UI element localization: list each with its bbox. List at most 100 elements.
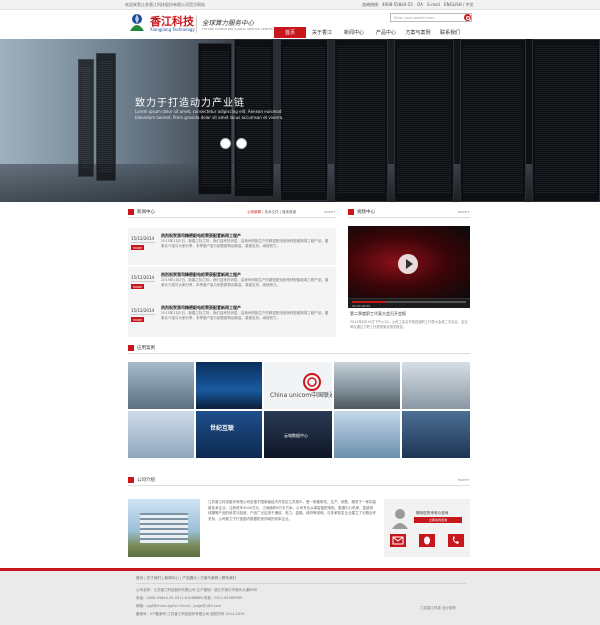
- company-building-image: [128, 499, 200, 557]
- nav-contact[interactable]: 联系我们: [434, 27, 466, 38]
- footer-divider: [136, 583, 466, 584]
- play-icon[interactable]: [398, 254, 418, 274]
- about-more-link[interactable]: more+: [458, 478, 470, 482]
- news-item[interactable]: 15/12/2014 MORE 热烈祝贺我司精密配电柜荣获配套新闻工程产 201…: [128, 228, 336, 265]
- about-title: 公司介绍: [137, 478, 155, 483]
- news-item-body: 2015年1月2日，新春之际之际，我们迎来好消息，由我司研制生产的精密配电柜荣获…: [161, 239, 329, 248]
- about-header: 公司介绍 more+: [128, 476, 470, 486]
- case-image[interactable]: [334, 362, 400, 409]
- about-icon: [128, 477, 134, 483]
- case-image[interactable]: [334, 411, 400, 458]
- about-text: 江苏香江科技股份有限公司坐落于国家级经济开发区江苏扬中，是一家集研发、生产、销售…: [208, 500, 376, 521]
- top-links: 咨询热线：4008-55844-55 OA E-mail ENGLISH / 中…: [362, 2, 477, 8]
- slider-dot[interactable]: [236, 138, 247, 149]
- video-header: 视频中心 more+: [348, 208, 470, 218]
- nav-home[interactable]: 首页: [274, 27, 306, 38]
- footer-icp: 备案号：ICP备案号 江苏香江科技股份有限公司 版权所有 2014-2019: [136, 612, 245, 616]
- contact-box: 期待您的来电与咨询 立即在线咨询: [384, 499, 470, 557]
- date-badge: 15/12/2014 MORE: [131, 275, 155, 289]
- video-progress[interactable]: [352, 301, 466, 303]
- more-badge[interactable]: MORE: [131, 245, 144, 250]
- news-date: 15/12/2014: [131, 308, 155, 315]
- server-rack: [394, 39, 454, 202]
- case-image[interactable]: China unicom中国联通: [264, 362, 332, 409]
- more-badge[interactable]: MORE: [131, 317, 144, 322]
- video-time: 00:00 00:00: [352, 304, 371, 308]
- news-item[interactable]: 15/12/2014 MORE 热烈祝贺我司精密配电柜荣获配套新闻工程产 201…: [128, 300, 336, 337]
- top-bar: 欢迎来到江苏香江科技股份有限公司官方网站 咨询热线：4008-55844-55 …: [0, 0, 600, 10]
- server-rack: [334, 39, 388, 202]
- more-badge[interactable]: MORE: [131, 284, 144, 289]
- news-item-body: 2015年1月2日，新春之际之际，我们迎来好消息，由我司研制生产的精密配电柜荣获…: [161, 278, 329, 287]
- tab-media[interactable]: 媒体报道: [282, 210, 296, 214]
- search-input[interactable]: Enter your search term: [390, 13, 472, 22]
- news-icon: [128, 209, 134, 215]
- logo-icon[interactable]: [128, 13, 146, 33]
- nav-about[interactable]: 关于香江: [306, 27, 338, 38]
- footer-email: 邮箱：xjgf@china-xjgf.cn Email：jsxjgf@163.c…: [136, 604, 222, 608]
- case-image[interactable]: [402, 362, 470, 409]
- case-image[interactable]: 云城数据中心: [264, 411, 332, 458]
- news-date: 15/12/2014: [131, 275, 155, 282]
- oa-link[interactable]: OA: [417, 2, 423, 7]
- case-label: China unicom中国联通: [270, 392, 332, 399]
- date-badge: 15/12/2014 MORE: [131, 236, 155, 250]
- cases-icon: [128, 345, 134, 351]
- hero-banner: [0, 39, 600, 202]
- news-more-link[interactable]: more+: [324, 210, 336, 214]
- news-item[interactable]: 15/12/2014 MORE 热烈祝贺我司精密配电柜荣获配套新闻工程产 201…: [128, 267, 336, 304]
- case-image[interactable]: 世纪互联: [196, 411, 262, 458]
- search-icon[interactable]: [464, 14, 471, 21]
- video-description: 2014年8月15日下午4:30，公司工会召开第四届职工代表大会第二次会议，会议…: [350, 320, 468, 329]
- cases-title: 应用案例: [137, 346, 155, 351]
- header-divider: [196, 15, 197, 33]
- language-switch[interactable]: ENGLISH / 中文: [444, 2, 473, 7]
- news-item-body: 2015年1月2日，新春之际之际，我们迎来好消息，由我司研制生产的精密配电柜荣获…: [161, 311, 329, 320]
- news-header: 新闻中心 公司新闻 | 技术文件 | 媒体报道 more+: [128, 208, 336, 218]
- support-person-icon: [392, 509, 408, 529]
- server-rack: [78, 59, 94, 177]
- tab-company-news[interactable]: 公司新闻: [247, 210, 261, 214]
- tab-tech-docs[interactable]: 技术文件: [265, 210, 279, 214]
- video-icon: [348, 209, 354, 215]
- contact-button[interactable]: 立即在线咨询: [414, 517, 462, 523]
- case-image[interactable]: [196, 362, 262, 409]
- cases-header: 应用案例: [128, 344, 470, 354]
- server-rack: [532, 39, 600, 202]
- date-badge: 15/12/2014 MORE: [131, 308, 155, 322]
- video-controls: 00:00 00:00: [348, 298, 470, 308]
- banner-title: 致力于打造动力产业链: [135, 98, 245, 109]
- case-image[interactable]: [128, 411, 194, 458]
- contact-title: 期待您的来电与咨询: [416, 511, 449, 515]
- news-date: 15/12/2014: [131, 236, 155, 243]
- case-label: 云城数据中心: [284, 433, 308, 438]
- nav-solutions[interactable]: 方案与案例: [402, 27, 434, 38]
- video-title: 视频中心: [357, 210, 375, 215]
- server-rack: [96, 53, 116, 181]
- slogan: 全球算力服务中心: [202, 19, 254, 27]
- nav-news[interactable]: 新闻中心: [338, 27, 370, 38]
- server-rack: [280, 39, 328, 201]
- news-tabs: 公司新闻 | 技术文件 | 媒体报道: [247, 209, 296, 214]
- news-title: 新闻中心: [137, 210, 155, 215]
- case-image[interactable]: [402, 411, 470, 458]
- footer-address: 公司名称：江苏香江科技股份有限公司 生产基地：镇江市扬中市港东大道88号: [136, 588, 258, 592]
- qq-icon[interactable]: [419, 534, 435, 547]
- footer-links[interactable]: 首页 | 关于我们 | 新闻中心 | 产品展示 | 方案与案例 | 联系我们: [136, 576, 236, 581]
- email-link[interactable]: E-mail: [427, 2, 440, 7]
- footer-credit: 江苏香江科技 设计制作: [420, 606, 457, 610]
- footer: [0, 568, 600, 625]
- phone-icon[interactable]: [448, 534, 464, 547]
- slider-dot[interactable]: [220, 138, 231, 149]
- video-caption[interactable]: 第二季度职工代表大会召开会报: [350, 311, 406, 317]
- logo-subtext: Xiangjiang Technology: [150, 27, 195, 32]
- case-image[interactable]: [128, 362, 194, 409]
- banner-text: Lorem ipsum dolor sit amet, consectetur …: [135, 109, 284, 120]
- mail-icon[interactable]: [390, 534, 406, 547]
- footer-phone: 电话：4008-55844-55 0511-81068888 传真：0511-8…: [136, 596, 243, 600]
- video-more-link[interactable]: more+: [458, 210, 470, 214]
- video-player[interactable]: 00:00 00:00: [348, 226, 470, 308]
- slogan-subtext: FUTURE COMPUTING GLOBAL SERVICE CENTER: [202, 27, 273, 31]
- nav-products[interactable]: 产品中心: [370, 27, 402, 38]
- welcome-text: 欢迎来到江苏香江科技股份有限公司官方网站: [125, 2, 205, 7]
